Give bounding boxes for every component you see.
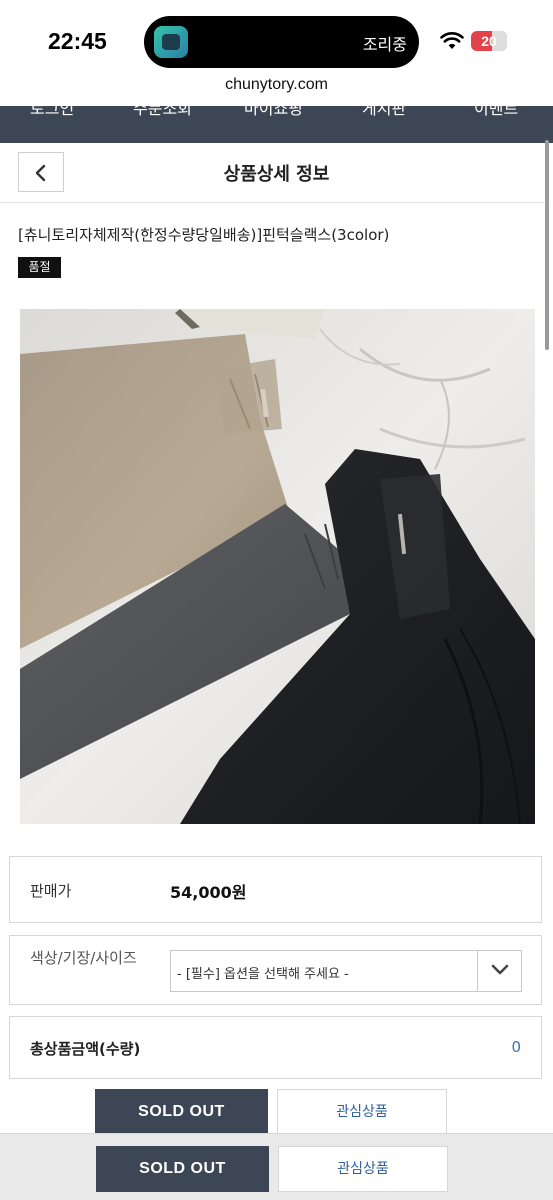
price-row: 판매가 54,000원 [9,856,542,923]
product-image[interactable] [20,309,535,824]
battery-icon: 20 [471,31,507,51]
total-row: 총상품금액(수량) 0 [9,1016,542,1079]
dynamic-island[interactable]: 조리중 [144,16,419,68]
chevron-down-icon [491,964,509,975]
option-dropdown-button[interactable] [477,951,521,991]
battery-level: 20 [481,33,497,49]
price-value: 54,000원 [170,883,247,902]
option-label: 색상/기장/사이즈 [30,949,137,967]
nav-item-login[interactable]: 로그인 [30,106,74,119]
status-bar: 22:45 조리중 20 [0,0,553,78]
product-name: [츄니토리자체제작(한정수량당일배송)]핀턱슬랙스(3color) [18,226,390,244]
divider [0,202,545,203]
soldout-badge: 품절 [18,257,61,278]
option-select[interactable]: - [필수] 옵션을 선택해 주세요 - [170,950,522,992]
sticky-bottom-bar: SOLD OUT 관심상품 [0,1133,553,1200]
address-bar-url[interactable]: chunytory.com [0,76,553,94]
soldout-button[interactable]: SOLD OUT [95,1089,268,1135]
sticky-wishlist-button[interactable]: 관심상품 [278,1146,448,1192]
page-title: 상품상세 정보 [223,164,330,185]
wishlist-button[interactable]: 관심상품 [277,1089,447,1135]
app-icon [154,26,188,58]
option-row: 색상/기장/사이즈 - [필수] 옵션을 선택해 주세요 - [9,935,542,1005]
top-nav: 로그인 주문조회 마이쇼핑 게시판 이벤트 [0,106,553,143]
wifi-icon [440,32,464,49]
option-select-placeholder: - [필수] 옵션을 선택해 주세요 - [177,967,349,982]
nav-item-my-shopping[interactable]: 마이쇼핑 [244,106,303,119]
status-time: 22:45 [48,28,107,54]
nav-item-event[interactable]: 이벤트 [474,106,518,119]
price-label: 판매가 [30,882,72,900]
nav-item-board[interactable]: 게시판 [362,106,406,119]
total-label: 총상품금액(수량) [30,1040,141,1058]
total-value: 0 [511,1038,521,1056]
island-status-text: 조리중 [362,35,407,54]
nav-item-order-lookup[interactable]: 주문조회 [133,106,192,119]
page-header: 상품상세 정보 [0,143,545,201]
sticky-soldout-button[interactable]: SOLD OUT [96,1146,269,1192]
product-photo-slacks [20,309,535,824]
